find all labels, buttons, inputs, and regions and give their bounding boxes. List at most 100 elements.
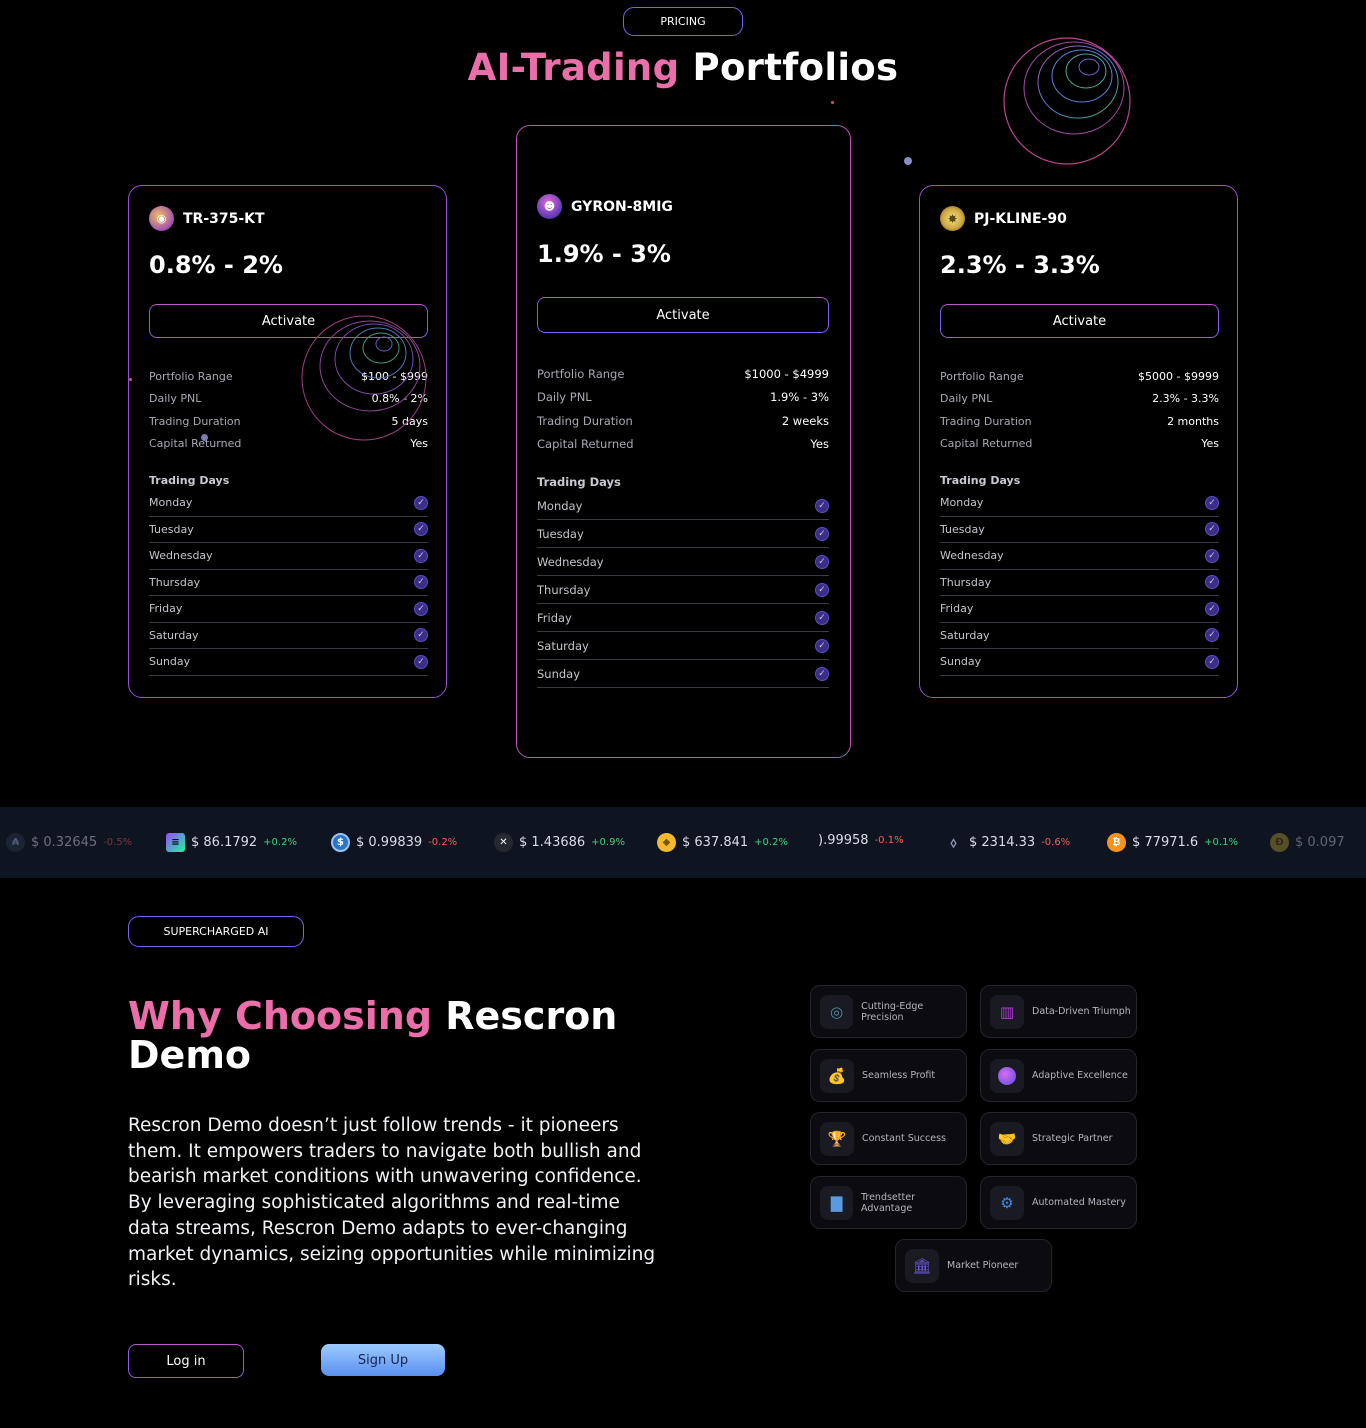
portfolio-avatar-icon: ☻ [537, 194, 562, 219]
feature-item: 🏛 Market Pioneer [895, 1239, 1052, 1292]
handshake-icon: 🤝 [990, 1121, 1024, 1156]
check-icon: ✓ [414, 654, 428, 669]
why-heading-accent: Why Choosing [128, 994, 433, 1038]
trading-days-title: Trading Days [149, 474, 230, 487]
feature-item: ◎ Cutting-Edge Precision [810, 985, 967, 1038]
check-icon: ✓ [1205, 575, 1219, 590]
portfolio-card: ◉ TR-375-KT 0.8% - 2% Activate Portfolio… [128, 185, 447, 698]
ticker-change: +0.9% [591, 837, 625, 848]
day-label: Saturday [537, 638, 589, 653]
day-label: Sunday [149, 655, 191, 669]
day-row: Wednesday ✓ [940, 543, 1219, 570]
day-row: Monday ✓ [537, 492, 829, 520]
detail-key: Daily PNL [940, 392, 993, 405]
orb-icon [990, 1058, 1024, 1093]
day-label: Wednesday [149, 549, 213, 563]
decorative-dot [201, 434, 208, 441]
day-row: Thursday ✓ [537, 576, 829, 604]
detail-row: Trading Duration 2 months [940, 415, 1219, 437]
feature-item: 🏆 Constant Success [810, 1112, 967, 1165]
detail-value: 2.3% - 3.3% [1152, 392, 1219, 405]
check-icon: ✓ [414, 548, 428, 563]
ticker-price: $ 637.841 [682, 835, 749, 850]
card-name: PJ-KLINE-90 [974, 210, 1067, 227]
ticker-price: $ 77971.6 [1132, 835, 1199, 850]
check-icon: ✓ [1205, 522, 1219, 537]
day-row: Thursday ✓ [149, 570, 428, 596]
day-row: Monday ✓ [940, 490, 1219, 517]
day-row: Wednesday ✓ [537, 548, 829, 576]
usdc-icon: $ [331, 833, 350, 852]
activate-button[interactable]: Activate [940, 304, 1219, 338]
login-button[interactable]: Log in [128, 1344, 244, 1378]
day-row: Monday ✓ [149, 490, 428, 517]
ticker-item: ⬨ $ 2314.33 -0.6% [944, 833, 1070, 852]
day-label: Wednesday [940, 549, 1004, 563]
day-row: Friday ✓ [149, 596, 428, 623]
trading-days-title: Trading Days [940, 474, 1021, 487]
check-icon: ✓ [815, 582, 829, 597]
detail-key: Trading Duration [940, 415, 1032, 428]
activate-button[interactable]: Activate [537, 297, 829, 333]
feature-label: Seamless Profit [862, 1070, 936, 1081]
day-row: Thursday ✓ [940, 570, 1219, 596]
money-bag-icon: 💰 [820, 1058, 854, 1093]
card-name: GYRON-8MIG [571, 198, 673, 215]
day-row: Saturday ✓ [149, 623, 428, 649]
decorative-dot [129, 378, 132, 381]
detail-row: Trading Duration 2 weeks [537, 414, 829, 437]
feature-item: 🤝 Strategic Partner [980, 1112, 1137, 1165]
day-label: Wednesday [537, 554, 604, 569]
check-icon: ✓ [1205, 601, 1219, 616]
card-header: ☻ GYRON-8MIG [537, 194, 673, 219]
feature-label: Data-Driven Triumph [1032, 1006, 1131, 1017]
check-icon: ✓ [414, 575, 428, 590]
trading-days-list: Monday ✓ Tuesday ✓ Wednesday ✓ Thursday ✓ Fr… [940, 490, 1219, 676]
detail-key: Capital Returned [149, 437, 242, 450]
detail-value: $1000 - $4999 [744, 367, 829, 381]
signup-button[interactable]: Sign Up [321, 1344, 445, 1376]
day-label: Thursday [940, 575, 992, 589]
detail-row: Capital Returned Yes [940, 437, 1219, 459]
ticker-item: Ð $ 0.097 [1270, 833, 1345, 852]
ticker-price: $ 0.097 [1295, 835, 1345, 850]
card-rate: 2.3% - 3.3% [940, 251, 1100, 279]
check-icon: ✓ [1205, 495, 1219, 510]
trophy-icon: 🏆 [820, 1121, 854, 1156]
detail-value: Yes [810, 437, 829, 451]
check-icon: ✓ [815, 638, 829, 653]
why-body-text: Rescron Demo doesn’t just follow trends … [128, 1115, 656, 1291]
feature-item: ▥ Data-Driven Triumph [980, 985, 1137, 1038]
globe-decoration-icon [1003, 37, 1131, 165]
ticker-price: ).99958 [818, 833, 869, 848]
solana-icon: ≡ [166, 833, 185, 852]
check-icon: ✓ [1205, 654, 1219, 669]
day-label: Monday [940, 496, 984, 510]
decorative-dot [831, 101, 834, 104]
ticker-change: +0.2% [263, 837, 297, 848]
why-heading: Why Choosing Rescron Demo [128, 997, 688, 1075]
day-row: Sunday ✓ [537, 660, 829, 688]
day-label: Tuesday [940, 522, 985, 536]
trading-days-list: Monday ✓ Tuesday ✓ Wednesday ✓ Thursday ✓ Fr… [537, 492, 829, 688]
portfolio-avatar-icon: ◉ [149, 206, 174, 231]
day-row: Friday ✓ [940, 596, 1219, 623]
xrp-icon: ✕ [494, 833, 513, 852]
feature-label: Cutting-Edge Precision [861, 1000, 924, 1023]
check-icon: ✓ [815, 554, 829, 569]
ticker-price: $ 2314.33 [969, 835, 1036, 850]
doge-icon: Ð [1270, 833, 1289, 852]
check-icon: ✓ [414, 495, 428, 510]
day-label: Thursday [537, 582, 591, 597]
detail-key: Capital Returned [537, 437, 634, 451]
day-row: Wednesday ✓ [149, 543, 428, 570]
ticker-price: $ 0.99839 [356, 835, 423, 850]
ticker-price: $ 1.43686 [519, 835, 586, 850]
day-label: Friday [537, 610, 572, 625]
day-label: Monday [537, 498, 583, 513]
feature-item: 💰 Seamless Profit [810, 1049, 967, 1102]
check-icon: ✓ [1205, 628, 1219, 643]
ticker-item: ✕ $ 1.43686 +0.9% [494, 833, 625, 852]
ticker-item: ).99958 -0.1% [818, 833, 904, 848]
day-label: Friday [940, 602, 974, 616]
